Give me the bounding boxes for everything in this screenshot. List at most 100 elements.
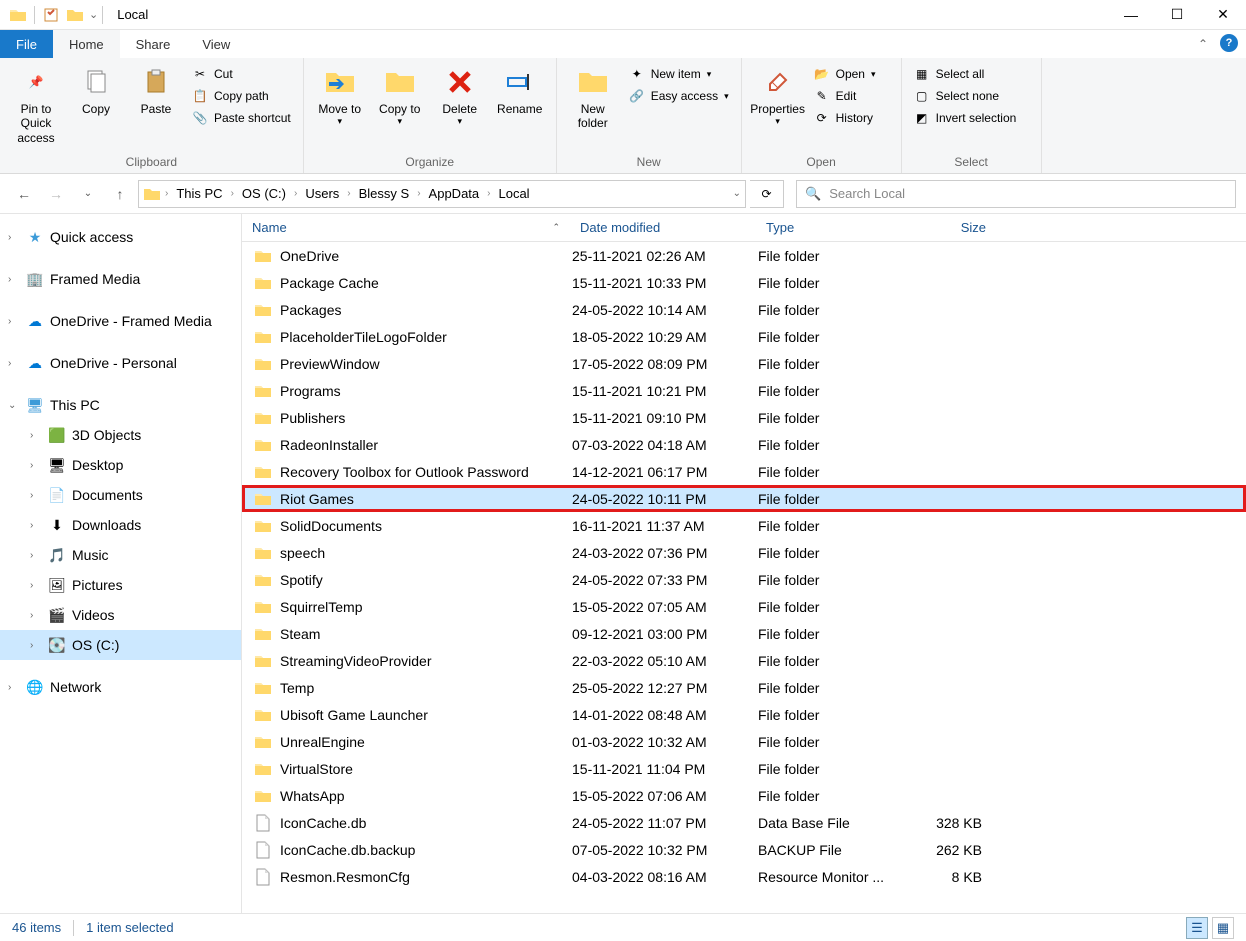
copyto-button[interactable]: Copy to▾ xyxy=(372,62,428,131)
moveto-button[interactable]: Move to▾ xyxy=(312,62,368,131)
table-row[interactable]: StreamingVideoProvider22-03-2022 05:10 A… xyxy=(242,647,1246,674)
table-row[interactable]: UnrealEngine01-03-2022 10:32 AMFile fold… xyxy=(242,728,1246,755)
table-row[interactable]: Packages24-05-2022 10:14 AMFile folder xyxy=(242,296,1246,323)
nav-onedrive-personal[interactable]: ›☁OneDrive - Personal xyxy=(0,348,241,378)
nav-onedrive-framed[interactable]: ›☁OneDrive - Framed Media xyxy=(0,306,241,336)
nav-item[interactable]: ›🟩3D Objects xyxy=(0,420,241,450)
nav-quick-access[interactable]: ›★Quick access xyxy=(0,222,241,252)
maximize-button[interactable]: ☐ xyxy=(1154,0,1200,30)
qat-chevron-icon[interactable]: ⌄ xyxy=(89,8,98,21)
breadcrumb-item[interactable]: This PC xyxy=(172,186,226,201)
rename-button[interactable]: Rename xyxy=(492,62,548,120)
copypath-button[interactable]: 📋Copy path xyxy=(188,86,295,106)
selectall-button[interactable]: ▦Select all xyxy=(910,64,1021,84)
cut-button[interactable]: ✂Cut xyxy=(188,64,295,84)
properties-button[interactable]: Properties▾ xyxy=(750,62,806,131)
nav-item[interactable]: ›🖼Pictures xyxy=(0,570,241,600)
table-row[interactable]: Programs15-11-2021 10:21 PMFile folder xyxy=(242,377,1246,404)
refresh-button[interactable]: ⟳ xyxy=(750,180,784,208)
history-button[interactable]: ⟳History xyxy=(810,108,880,128)
breadcrumb-item[interactable]: Local xyxy=(494,186,533,201)
nav-item[interactable]: ›🖥Desktop xyxy=(0,450,241,480)
row-type: File folder xyxy=(756,626,906,642)
table-row[interactable]: Temp25-05-2022 12:27 PMFile folder xyxy=(242,674,1246,701)
header-date[interactable]: Date modified xyxy=(570,220,756,235)
table-row[interactable]: SquirrelTemp15-05-2022 07:05 AMFile fold… xyxy=(242,593,1246,620)
tab-home[interactable]: Home xyxy=(53,30,120,58)
newitem-button[interactable]: ✦New item ▾ xyxy=(625,64,733,84)
header-name[interactable]: Name⌃ xyxy=(242,220,570,235)
table-row[interactable]: Riot Games24-05-2022 10:11 PMFile folder xyxy=(242,485,1246,512)
breadcrumb[interactable]: › This PC› OS (C:)› Users› Blessy S› App… xyxy=(138,180,746,208)
folder-icon xyxy=(254,490,272,508)
header-size[interactable]: Size xyxy=(906,220,996,235)
qat-properties-icon[interactable] xyxy=(42,6,60,24)
pasteshortcut-button[interactable]: 📎Paste shortcut xyxy=(188,108,295,128)
nav-network[interactable]: ›🌐Network xyxy=(0,672,241,702)
nav-item[interactable]: ›⬇Downloads xyxy=(0,510,241,540)
thumbnails-view-button[interactable]: ▦ xyxy=(1212,917,1234,939)
table-row[interactable]: Package Cache15-11-2021 10:33 PMFile fol… xyxy=(242,269,1246,296)
invert-button[interactable]: ◩Invert selection xyxy=(910,108,1021,128)
nav-framed-media[interactable]: ›🏢Framed Media xyxy=(0,264,241,294)
row-name: Ubisoft Game Launcher xyxy=(280,707,428,723)
breadcrumb-item[interactable]: Blessy S xyxy=(355,186,414,201)
newfolder-button[interactable]: New folder xyxy=(565,62,621,135)
qat-folder-icon[interactable] xyxy=(66,6,84,24)
table-row[interactable]: Publishers15-11-2021 09:10 PMFile folder xyxy=(242,404,1246,431)
table-row[interactable]: Ubisoft Game Launcher14-01-2022 08:48 AM… xyxy=(242,701,1246,728)
table-row[interactable]: IconCache.db.backup07-05-2022 10:32 PMBA… xyxy=(242,836,1246,863)
table-row[interactable]: SolidDocuments16-11-2021 11:37 AMFile fo… xyxy=(242,512,1246,539)
edit-button[interactable]: ✎Edit xyxy=(810,86,880,106)
back-button[interactable]: ← xyxy=(10,180,38,208)
recent-locations-button[interactable]: ⌄ xyxy=(74,180,102,208)
breadcrumb-dropdown-icon[interactable]: ⌄ xyxy=(733,188,741,199)
nav-item[interactable]: ›🎬Videos xyxy=(0,600,241,630)
minimize-button[interactable]: — xyxy=(1108,0,1154,30)
navigation-pane[interactable]: ›★Quick access ›🏢Framed Media ›☁OneDrive… xyxy=(0,214,242,913)
header-type[interactable]: Type xyxy=(756,220,906,235)
copy-button[interactable]: Copy xyxy=(68,62,124,120)
easyaccess-button[interactable]: 🔗Easy access ▾ xyxy=(625,86,733,106)
table-row[interactable]: Resmon.ResmonCfg04-03-2022 08:16 AMResou… xyxy=(242,863,1246,890)
close-button[interactable]: ✕ xyxy=(1200,0,1246,30)
table-row[interactable]: Spotify24-05-2022 07:33 PMFile folder xyxy=(242,566,1246,593)
nav-item[interactable]: ›🎵Music xyxy=(0,540,241,570)
search-box[interactable]: 🔍 Search Local xyxy=(796,180,1236,208)
table-row[interactable]: OneDrive25-11-2021 02:26 AMFile folder xyxy=(242,242,1246,269)
selectnone-icon: ▢ xyxy=(914,88,930,104)
help-icon[interactable]: ? xyxy=(1220,34,1238,52)
breadcrumb-item[interactable]: Users xyxy=(301,186,343,201)
paste-button[interactable]: Paste xyxy=(128,62,184,120)
nav-item[interactable]: ›📄Documents xyxy=(0,480,241,510)
nav-item[interactable]: ›💽OS (C:) xyxy=(0,630,241,660)
open-button[interactable]: 📂Open ▾ xyxy=(810,64,880,84)
table-row[interactable]: PlaceholderTileLogoFolder18-05-2022 10:2… xyxy=(242,323,1246,350)
table-row[interactable]: RadeonInstaller07-03-2022 04:18 AMFile f… xyxy=(242,431,1246,458)
delete-button[interactable]: Delete▾ xyxy=(432,62,488,131)
row-date: 09-12-2021 03:00 PM xyxy=(570,626,756,642)
table-row[interactable]: PreviewWindow17-05-2022 08:09 PMFile fol… xyxy=(242,350,1246,377)
table-row[interactable]: Recovery Toolbox for Outlook Password14-… xyxy=(242,458,1246,485)
details-view-button[interactable]: ☰ xyxy=(1186,917,1208,939)
selectnone-button[interactable]: ▢Select none xyxy=(910,86,1021,106)
file-list[interactable]: Name⌃ Date modified Type Size OneDrive25… xyxy=(242,214,1246,913)
table-row[interactable]: Steam09-12-2021 03:00 PMFile folder xyxy=(242,620,1246,647)
tab-file[interactable]: File xyxy=(0,30,53,58)
breadcrumb-item[interactable]: AppData xyxy=(425,186,484,201)
nav-this-pc[interactable]: ⌄🖥This PC xyxy=(0,390,241,420)
tab-view[interactable]: View xyxy=(186,30,246,58)
table-row[interactable]: VirtualStore15-11-2021 11:04 PMFile fold… xyxy=(242,755,1246,782)
up-button[interactable]: ↑ xyxy=(106,180,134,208)
table-row[interactable]: speech24-03-2022 07:36 PMFile folder xyxy=(242,539,1246,566)
pin-quickaccess-button[interactable]: 📌Pin to Quick access xyxy=(8,62,64,149)
forward-button[interactable]: → xyxy=(42,180,70,208)
breadcrumb-item[interactable]: OS (C:) xyxy=(238,186,290,201)
folder-icon xyxy=(254,544,272,562)
folder-icon xyxy=(254,328,272,346)
table-row[interactable]: IconCache.db24-05-2022 11:07 PMData Base… xyxy=(242,809,1246,836)
collapse-ribbon-icon[interactable]: ⌃ xyxy=(1190,30,1216,58)
table-row[interactable]: WhatsApp15-05-2022 07:06 AMFile folder xyxy=(242,782,1246,809)
newitem-icon: ✦ xyxy=(629,66,645,82)
tab-share[interactable]: Share xyxy=(120,30,187,58)
